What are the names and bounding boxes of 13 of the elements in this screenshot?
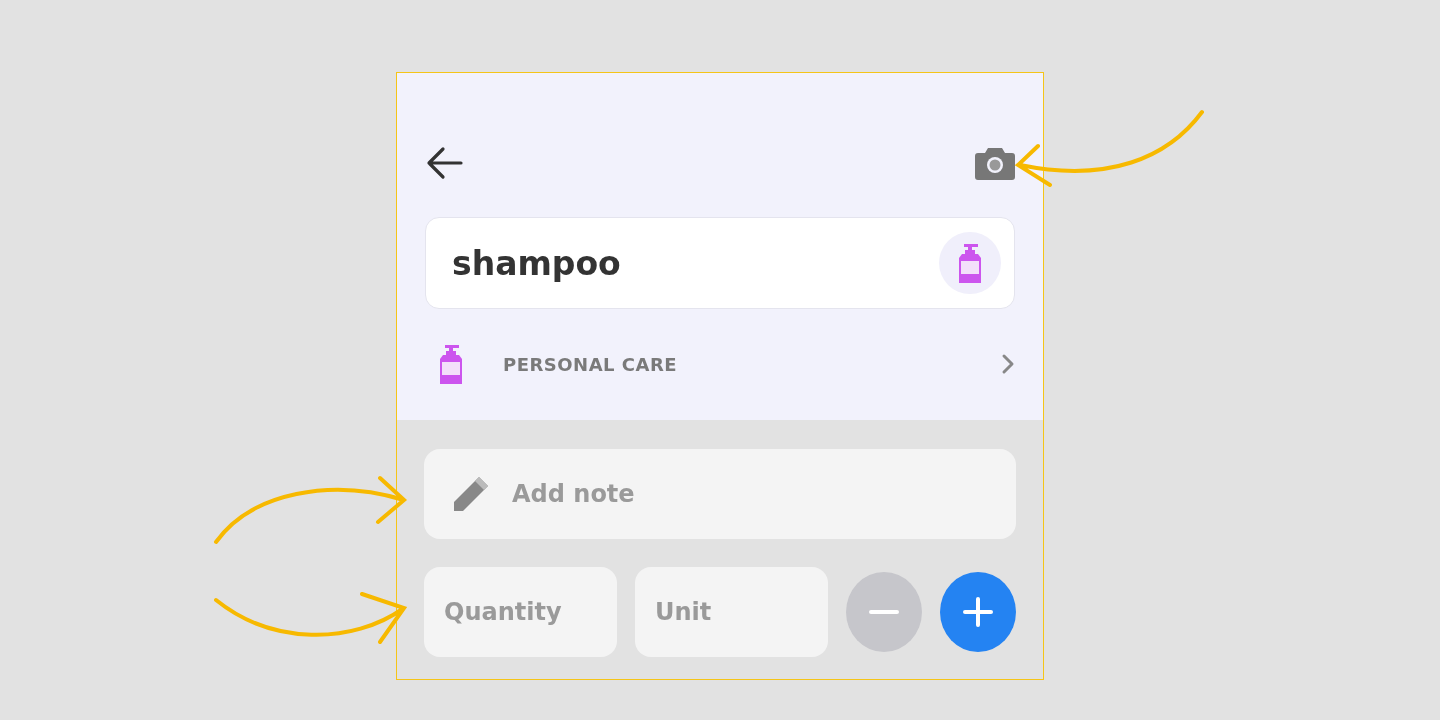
back-arrow-icon[interactable] [425,146,463,180]
minus-icon [869,610,899,614]
unit-field[interactable]: Unit [635,567,828,657]
item-name-field[interactable]: shampoo [425,217,1015,309]
note-field[interactable]: Add note [424,449,1016,539]
pump-bottle-icon [439,344,463,384]
quantity-field[interactable]: Quantity [424,567,617,657]
plus-icon [963,597,993,627]
pump-bottle-icon [958,243,982,283]
category-label[interactable]: PERSONAL CARE [503,350,1001,378]
camera-icon[interactable] [975,146,1015,180]
pencil-icon [452,475,490,513]
chevron-right-icon[interactable] [1001,353,1015,375]
